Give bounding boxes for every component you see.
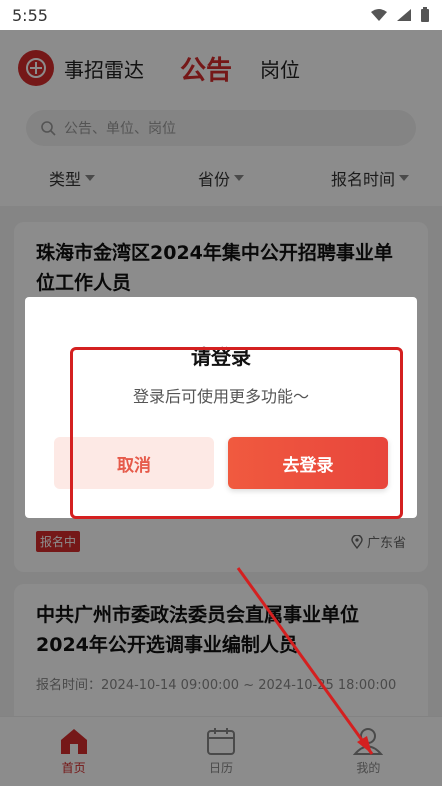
wifi-icon [371,9,387,21]
status-bar: 5:55 [0,0,442,30]
highlight-box [70,347,403,519]
signal-icon [397,9,411,21]
status-icons [370,7,430,23]
battery-icon [421,7,429,22]
status-time: 5:55 [12,5,48,25]
